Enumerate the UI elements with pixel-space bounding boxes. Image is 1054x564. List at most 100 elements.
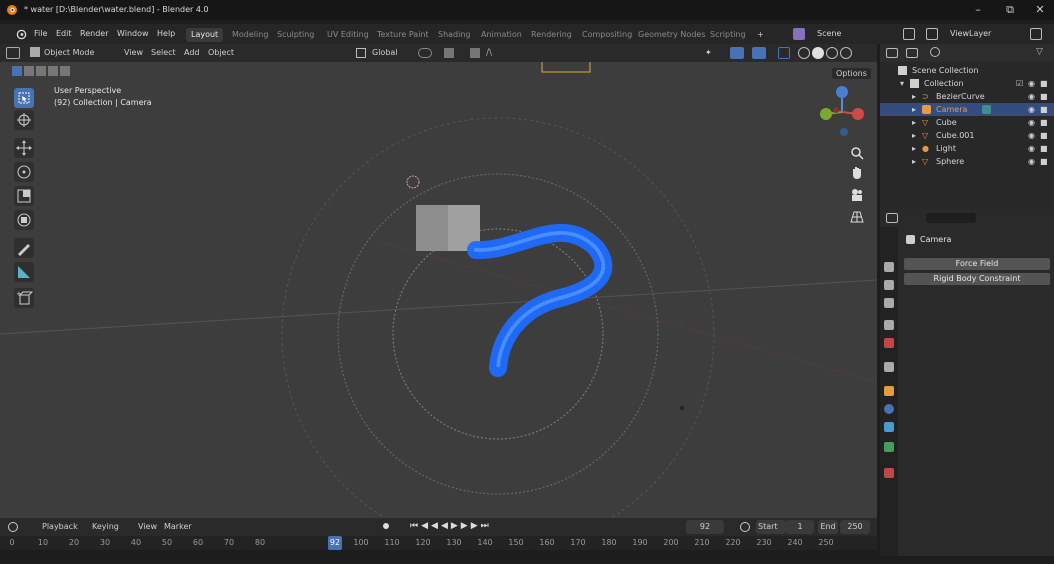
tab-animation[interactable]: Animation <box>476 28 527 42</box>
editor-type-icon[interactable] <box>6 47 20 59</box>
zoom-button[interactable] <box>846 142 868 164</box>
outliner-item-cube-001[interactable]: ▸ ▽ Cube.001 ◉ ■ <box>880 129 1054 142</box>
eye-icon[interactable]: ◉ <box>1028 79 1035 88</box>
menu-add[interactable]: Add <box>184 48 200 57</box>
tab-shading[interactable]: Shading <box>433 28 476 42</box>
outliner-item-scene-collection[interactable]: Scene Collection <box>880 64 1054 77</box>
tool-tab-icon[interactable] <box>884 262 894 272</box>
scene-tab-icon[interactable] <box>884 338 894 348</box>
rigid-body-constraint-button[interactable]: Rigid Body Constraint <box>904 273 1050 285</box>
select-mode-extend-icon[interactable] <box>24 66 34 76</box>
add-cube-tool[interactable]: + <box>14 288 34 308</box>
render-camera-icon[interactable]: ■ <box>1040 144 1048 153</box>
output-tab-icon[interactable] <box>884 298 894 308</box>
physics-tab-icon[interactable] <box>884 404 894 414</box>
move-tool[interactable] <box>14 138 34 158</box>
outliner-item-collection[interactable]: ▾ Collection ☑ ◉ ■ <box>880 77 1054 90</box>
timeline-ruler[interactable]: 0 10 20 30 40 50 60 70 80 92 100 110 120… <box>0 536 877 550</box>
render-tab-icon[interactable] <box>884 280 894 290</box>
minimize-button[interactable]: – <box>964 3 992 17</box>
tab-uv-editing[interactable]: UV Editing <box>322 28 374 42</box>
close-button[interactable]: ✕ <box>1026 3 1054 17</box>
annotate-tool[interactable] <box>14 238 34 258</box>
properties-editor-icon[interactable] <box>886 213 898 223</box>
perspective-toggle-button[interactable] <box>846 206 868 228</box>
select-mode-new-icon[interactable] <box>12 66 22 76</box>
transform-orientation-selector[interactable]: Global <box>372 48 398 57</box>
snap-icon[interactable] <box>444 48 454 58</box>
menu-object[interactable]: Object <box>208 48 234 57</box>
tab-layout[interactable]: Layout <box>186 28 224 42</box>
outliner-item-camera[interactable]: ▸ Camera ◉ ■ <box>880 103 1054 116</box>
pivot-point-icon[interactable] <box>418 48 432 58</box>
render-camera-icon[interactable]: ■ <box>1040 79 1048 88</box>
proportional-edit-icon[interactable]: /\ <box>486 48 496 58</box>
tab-scripting[interactable]: Scripting <box>705 28 751 42</box>
measure-tool[interactable] <box>14 262 34 282</box>
eye-icon[interactable]: ◉ <box>1028 118 1035 127</box>
render-camera-icon[interactable]: ■ <box>1040 92 1048 101</box>
shading-solid-icon[interactable] <box>812 47 824 59</box>
menu-help[interactable]: Help <box>157 29 175 38</box>
outliner-search-icon[interactable] <box>930 47 940 57</box>
expand-arrow-icon[interactable]: ▸ <box>912 157 916 166</box>
menu-window[interactable]: Window <box>117 29 149 38</box>
outliner-item-beziercurve[interactable]: ▸ ⊃ BezierCurve ◉ ■ <box>880 90 1054 103</box>
camera-view-button[interactable] <box>846 184 868 206</box>
menu-view[interactable]: View <box>124 48 143 57</box>
outliner-item-light[interactable]: ▸ ● Light ◉ ■ <box>880 142 1054 155</box>
options-dropdown[interactable]: Options <box>832 68 871 79</box>
add-workspace-button[interactable]: + <box>752 28 769 42</box>
viewlayer-selector[interactable]: ViewLayer <box>950 29 991 38</box>
timeline-editor-icon[interactable] <box>8 522 18 532</box>
checkbox-icon[interactable]: ☑ <box>1016 79 1023 88</box>
eye-icon[interactable]: ◉ <box>1028 131 1035 140</box>
outliner-editor-icon[interactable] <box>886 48 898 58</box>
3d-viewport[interactable]: User Perspective (92) Collection | Camer… <box>0 62 877 518</box>
playback-controls[interactable]: ⏮◀◀◀▶▶▶⏭ <box>410 521 492 531</box>
overlay-toggle-icon[interactable] <box>752 47 766 59</box>
eye-icon[interactable]: ◉ <box>1028 144 1035 153</box>
scene-selector[interactable]: Scene <box>817 29 841 38</box>
marker-menu[interactable]: Marker <box>164 522 192 531</box>
timeline-view-menu[interactable]: View <box>138 522 157 531</box>
eye-icon[interactable]: ◉ <box>1028 105 1035 114</box>
data-tab-icon[interactable] <box>884 442 894 452</box>
view-layer-tab-icon[interactable] <box>884 320 894 330</box>
cursor-tool[interactable] <box>14 110 34 130</box>
xray-toggle-icon[interactable] <box>778 47 790 59</box>
current-frame-field[interactable]: 92 <box>686 520 724 534</box>
rotate-tool[interactable] <box>14 162 34 182</box>
shading-rendered-icon[interactable] <box>840 47 852 59</box>
snap-target-icon[interactable] <box>470 48 480 58</box>
select-mode-invert-icon[interactable] <box>48 66 58 76</box>
eye-icon[interactable]: ◉ <box>1028 157 1035 166</box>
filter-icon[interactable]: ▽ <box>1036 47 1046 57</box>
select-mode-subtract-icon[interactable] <box>36 66 46 76</box>
expand-arrow-icon[interactable]: ▾ <box>900 79 904 88</box>
shading-wireframe-icon[interactable] <box>798 47 810 59</box>
end-frame-field[interactable]: 250 <box>840 520 870 534</box>
pan-button[interactable] <box>846 162 868 184</box>
shading-material-icon[interactable] <box>826 47 838 59</box>
select-mode-intersect-icon[interactable] <box>60 66 70 76</box>
expand-arrow-icon[interactable]: ▸ <box>912 131 916 140</box>
menu-select[interactable]: Select <box>151 48 176 57</box>
tab-rendering[interactable]: Rendering <box>526 28 577 42</box>
render-camera-icon[interactable]: ■ <box>1040 118 1048 127</box>
maximize-button[interactable]: ⧉ <box>996 3 1024 17</box>
transform-tool[interactable] <box>14 210 34 230</box>
menu-render[interactable]: Render <box>80 29 108 38</box>
tab-modeling[interactable]: Modeling <box>227 28 273 42</box>
mode-selector[interactable]: Object Mode <box>44 48 94 57</box>
expand-arrow-icon[interactable]: ▸ <box>912 92 916 101</box>
viewlayer-browse-icon[interactable] <box>1030 28 1042 40</box>
scale-tool[interactable] <box>14 186 34 206</box>
menu-file[interactable]: File <box>34 29 47 38</box>
outliner-item-sphere[interactable]: ▸ ▽ Sphere ◉ ■ <box>880 155 1054 168</box>
keying-menu[interactable]: Keying <box>92 522 119 531</box>
expand-arrow-icon[interactable]: ▸ <box>912 118 916 127</box>
record-icon[interactable] <box>383 523 389 529</box>
select-box-tool[interactable] <box>14 88 34 108</box>
eye-icon[interactable]: ◉ <box>1028 92 1035 101</box>
